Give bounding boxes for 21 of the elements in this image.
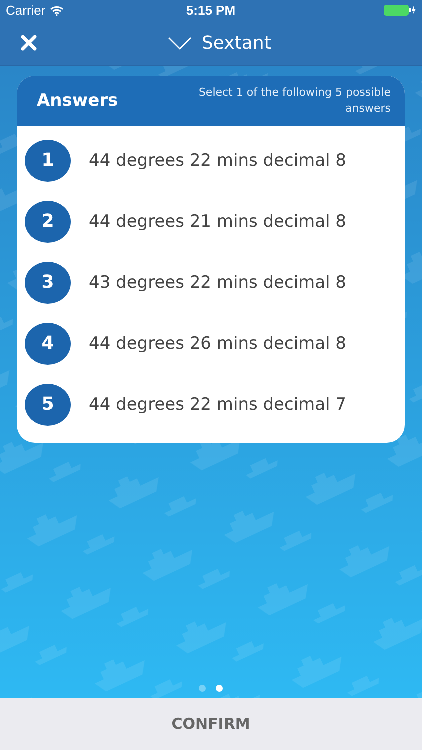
answer-option[interactable]: 44 degrees 26 mins decimal 8 <box>89 334 346 354</box>
answer-option[interactable]: 43 degrees 22 mins decimal 8 <box>89 272 346 292</box>
answer-number[interactable]: 2 <box>25 200 71 242</box>
confirm-button[interactable]: CONFIRM <box>0 698 422 750</box>
answers-title: Answers <box>37 91 118 111</box>
answer-number[interactable]: 1 <box>25 140 71 182</box>
wifi-icon <box>50 6 64 16</box>
answer-number[interactable]: 5 <box>25 384 71 426</box>
chevron-down-icon[interactable] <box>168 36 192 50</box>
answer-number[interactable]: 4 <box>25 322 71 364</box>
answer-option[interactable]: 44 degrees 22 mins decimal 8 <box>89 150 346 170</box>
status-time: 5:15 PM <box>186 3 236 18</box>
battery-icon <box>384 5 416 16</box>
page-dot[interactable] <box>199 685 206 692</box>
answer-option[interactable]: 44 degrees 21 mins decimal 8 <box>89 212 346 232</box>
screen-title: Sextant <box>202 32 272 54</box>
instruction-text: Select 1 of the following 5 possible answers <box>198 85 391 117</box>
carrier-label: Carrier <box>6 3 46 18</box>
close-icon[interactable] <box>21 35 37 51</box>
answer-option[interactable]: 44 degrees 22 mins decimal 7 <box>89 394 346 414</box>
answer-number[interactable]: 3 <box>25 262 71 304</box>
